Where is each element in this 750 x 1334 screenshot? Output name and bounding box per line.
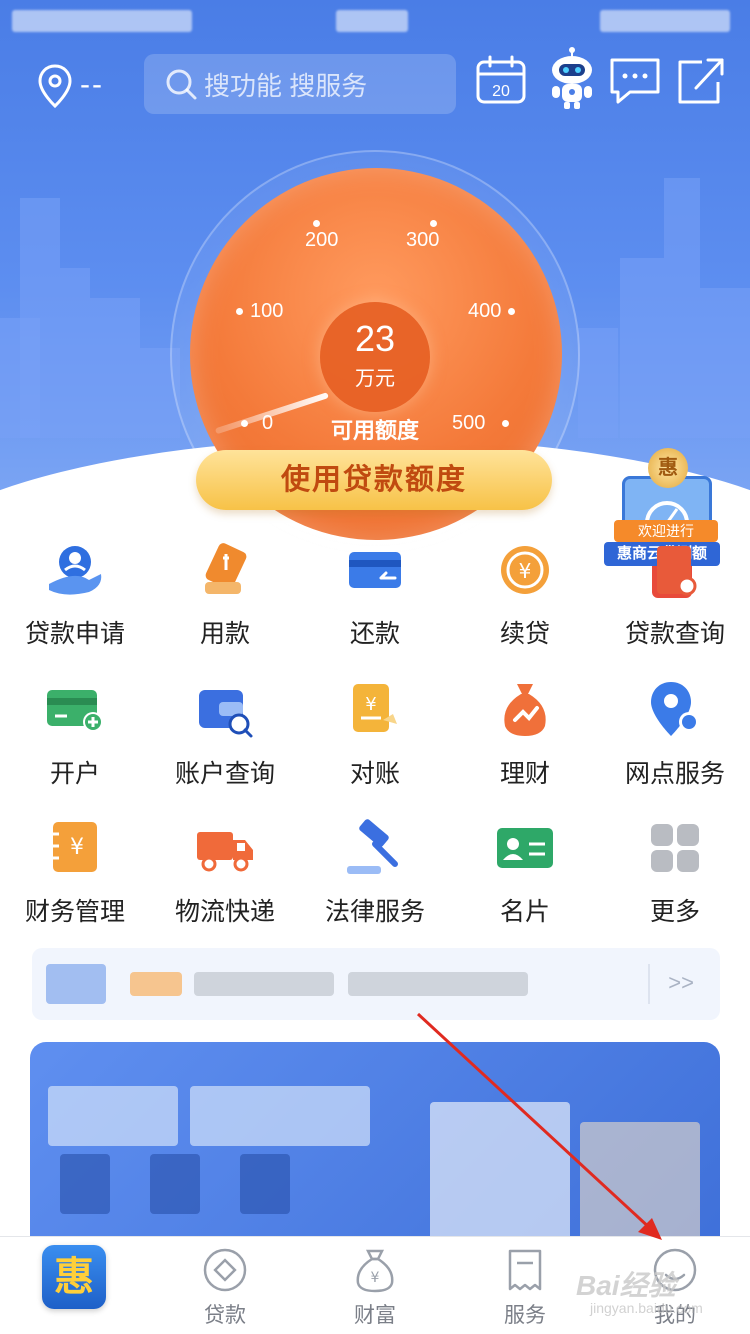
gauge-caption: 可用额度 xyxy=(330,418,419,443)
grid-item-logistics[interactable]: 物流快递 xyxy=(150,818,300,938)
wallet-search-icon xyxy=(199,690,253,738)
grid-item-account-query[interactable]: 账户查询 xyxy=(150,680,300,800)
gauge-tick-100: 100 xyxy=(250,300,284,322)
grid-label: 物流快递 xyxy=(174,898,275,926)
loan-query-icon xyxy=(657,546,697,596)
notice-more-icon[interactable]: >> xyxy=(668,970,694,996)
grid-label: 财务管理 xyxy=(24,898,125,926)
promo-coin: 惠 xyxy=(648,448,688,488)
grid-item-finance[interactable]: ¥ 财务管理 xyxy=(0,818,150,938)
grid-item-loan-query[interactable]: 贷款查询 xyxy=(600,540,750,660)
grid-label: 贷款查询 xyxy=(624,620,725,648)
tab-wealth[interactable]: ¥ 财富 xyxy=(300,1237,450,1334)
grid-label: 更多 xyxy=(649,898,700,926)
use-loan-quota-button[interactable]: 使用贷款额度 xyxy=(196,450,552,510)
gauge-tick-200: 200 xyxy=(305,229,339,251)
truck-icon xyxy=(197,832,253,872)
watermark-subtext: jingyan.baidu.com xyxy=(590,1300,703,1316)
promo-line1: 欢迎进行 xyxy=(614,520,718,542)
repay-card-icon xyxy=(349,552,401,588)
grid-label: 还款 xyxy=(349,620,400,648)
svg-text:¥: ¥ xyxy=(371,1270,380,1286)
svg-text:¥: ¥ xyxy=(365,694,376,715)
gauge-unit: 万元 xyxy=(355,368,395,390)
gauge-tick-300: 300 xyxy=(406,229,440,251)
business-card-icon xyxy=(497,828,553,868)
more-grid-icon xyxy=(651,824,699,872)
gavel-icon xyxy=(347,819,398,874)
message-icon[interactable] xyxy=(606,52,664,110)
tab-label: 贷款 xyxy=(204,1304,246,1327)
open-account-icon xyxy=(47,690,103,732)
grid-label: 对账 xyxy=(349,760,400,788)
reconcile-icon: ¥ xyxy=(353,684,397,732)
robot-assistant-icon[interactable] xyxy=(544,44,600,110)
gauge-tick-500: 500 xyxy=(452,412,486,434)
wealth-tab-icon: ¥ xyxy=(356,1249,394,1293)
grid-label: 账户查询 xyxy=(174,760,275,788)
notice-bar[interactable]: >> xyxy=(32,948,720,1020)
renew-coin-icon: ¥ xyxy=(501,546,549,594)
grid-label: 贷款申请 xyxy=(24,620,125,648)
loan-apply-icon xyxy=(49,546,102,595)
gauge-tick-400: 400 xyxy=(468,300,502,322)
grid-item-wealth[interactable]: 理财 xyxy=(450,680,600,800)
branch-location-icon xyxy=(651,682,699,736)
search-placeholder: 搜功能 搜服务 xyxy=(204,70,368,101)
svg-text:¥: ¥ xyxy=(70,835,84,860)
location-pin-icon[interactable] xyxy=(38,64,72,108)
grid-item-legal[interactable]: 法律服务 xyxy=(300,818,450,938)
calendar-icon[interactable]: 20 xyxy=(472,52,530,110)
location-text[interactable]: -- xyxy=(80,68,104,102)
grid-item-repay[interactable]: 还款 xyxy=(300,540,450,660)
grid-item-business-card[interactable]: 名片 xyxy=(450,818,600,938)
grid-label: 理财 xyxy=(499,760,550,788)
finance-book-icon: ¥ xyxy=(53,822,97,872)
use-money-icon xyxy=(205,543,247,594)
grid-label: 续贷 xyxy=(499,620,550,648)
grid-item-renew[interactable]: ¥ 续贷 xyxy=(450,540,600,660)
svg-text:¥: ¥ xyxy=(519,559,532,583)
grid-item-use-money[interactable]: 用款 xyxy=(150,540,300,660)
tab-home[interactable]: 惠 xyxy=(0,1237,150,1334)
grid-item-branch[interactable]: 网点服务 xyxy=(600,680,750,800)
grid-label: 法律服务 xyxy=(324,898,425,926)
status-bar xyxy=(0,0,750,40)
grid-label: 开户 xyxy=(49,760,100,788)
grid-label: 用款 xyxy=(199,620,250,648)
watermark-text: Bai经验 xyxy=(576,1270,676,1301)
service-tab-icon xyxy=(508,1249,542,1291)
search-icon xyxy=(166,69,197,100)
grid-label: 网点服务 xyxy=(624,760,725,788)
tab-label: 财富 xyxy=(354,1304,396,1327)
grid-label: 名片 xyxy=(499,898,550,926)
share-icon[interactable] xyxy=(672,52,730,110)
home-logo-icon: 惠 xyxy=(42,1245,106,1309)
grid-item-more[interactable]: 更多 xyxy=(600,818,750,938)
search-bar[interactable]: 搜功能 搜服务 xyxy=(144,54,456,114)
gauge-value: 23 xyxy=(354,318,396,359)
calendar-day: 20 xyxy=(492,83,510,100)
tab-loan[interactable]: 贷款 xyxy=(150,1237,300,1334)
money-bag-icon xyxy=(504,684,546,736)
grid-item-loan-apply[interactable]: 贷款申请 xyxy=(0,540,150,660)
grid-item-open-account[interactable]: 开户 xyxy=(0,680,150,800)
loan-tab-icon xyxy=(203,1248,247,1292)
grid-item-reconcile[interactable]: ¥ 对账 xyxy=(300,680,450,800)
